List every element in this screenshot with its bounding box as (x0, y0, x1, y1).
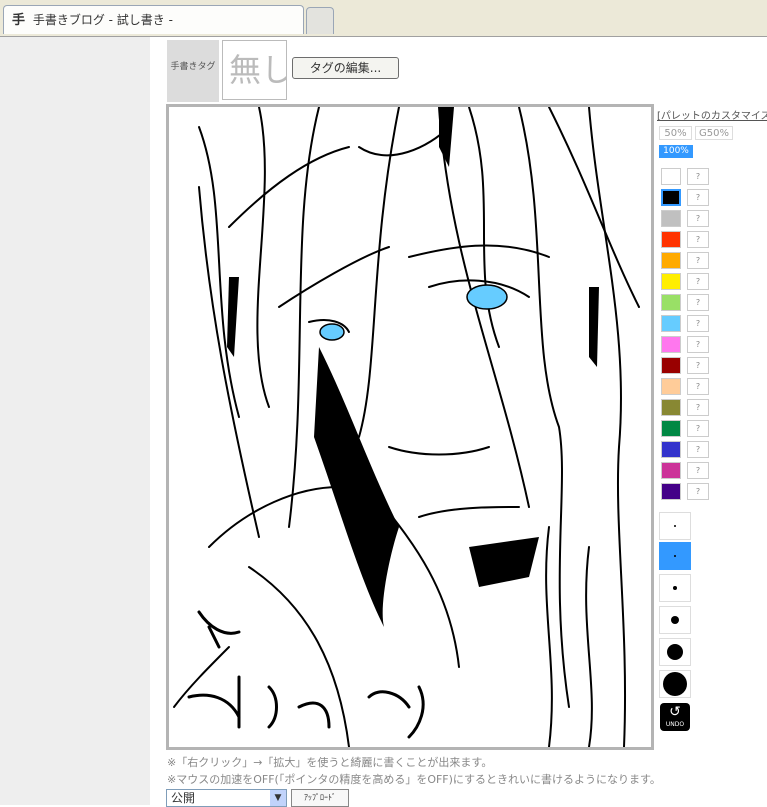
color-edit-button[interactable]: ? (687, 357, 709, 374)
favicon-icon: 手 (12, 13, 26, 28)
brush-size-5[interactable] (659, 638, 691, 666)
color-swatch[interactable] (661, 189, 681, 206)
color-edit-button[interactable]: ? (687, 294, 709, 311)
undo-label: UNDO (665, 721, 685, 728)
color-swatch[interactable] (661, 462, 681, 479)
visibility-select[interactable]: 公開 ▼ (166, 789, 287, 807)
color-swatch[interactable] (661, 231, 681, 248)
tab-title: 手書きブログ - 試し書き - (32, 13, 173, 27)
color-swatch[interactable] (661, 378, 681, 395)
color-swatch[interactable] (661, 168, 681, 185)
tag-thumbnail[interactable]: 無し (222, 40, 293, 100)
color-edit-button[interactable]: ? (687, 273, 709, 290)
tag-label: 手書きタグ (167, 40, 219, 102)
brush-size-3[interactable] (659, 574, 691, 602)
color-edit-button[interactable]: ? (687, 189, 709, 206)
color-swatch[interactable] (661, 252, 681, 269)
tab-active[interactable]: 手 手書きブログ - 試し書き - (3, 5, 304, 34)
color-edit-button[interactable]: ? (687, 210, 709, 227)
brush-size-4[interactable] (659, 606, 691, 634)
zoom-g50-button[interactable]: G50% (695, 126, 733, 140)
color-swatch[interactable] (661, 294, 681, 311)
color-edit-button[interactable]: ? (687, 462, 709, 479)
color-swatch[interactable] (661, 273, 681, 290)
color-swatch[interactable] (661, 336, 681, 353)
color-swatch[interactable] (661, 420, 681, 437)
hint-line-2: ※マウスの加速をOFF(「ポインタの精度を高める」をOFF)にするときれいに書け… (167, 773, 661, 786)
brush-size-2[interactable] (659, 542, 691, 570)
brush-size-6[interactable] (659, 670, 691, 698)
brush-size-1[interactable] (659, 512, 691, 540)
new-tab-button[interactable] (306, 7, 334, 34)
palette-customize-link[interactable]: [パレットのカスタマイズ] (657, 107, 767, 122)
drawing-canvas[interactable] (166, 104, 654, 750)
color-swatch[interactable] (661, 483, 681, 500)
svg-text:無し: 無し (229, 51, 286, 89)
undo-icon: ↺ (669, 704, 681, 720)
tag-thumb-text: 無し (229, 51, 293, 89)
color-swatch[interactable] (661, 315, 681, 332)
color-swatch[interactable] (661, 357, 681, 374)
color-swatch[interactable] (661, 399, 681, 416)
color-swatch[interactable] (661, 441, 681, 458)
color-edit-button[interactable]: ? (687, 231, 709, 248)
color-edit-button[interactable]: ? (687, 483, 709, 500)
hint-line-1: ※「右クリック」→「拡大」を使うと綺麗に書くことが出来ます。 (167, 756, 493, 769)
color-edit-button[interactable]: ? (687, 336, 709, 353)
tab-bar: 手 手書きブログ - 試し書き - (0, 0, 767, 37)
color-edit-button[interactable]: ? (687, 441, 709, 458)
zoom-100-button[interactable]: 100% (659, 145, 693, 158)
undo-button[interactable]: ↺ UNDO (660, 703, 690, 731)
left-panel (0, 37, 150, 805)
sketch-drawing (173, 107, 640, 747)
color-edit-button[interactable]: ? (687, 315, 709, 332)
visibility-select-value: 公開 (171, 791, 196, 805)
color-edit-button[interactable]: ? (687, 168, 709, 185)
zoom-50-button[interactable]: 50% (659, 126, 692, 140)
upload-button[interactable]: ｱｯﾌﾟﾛｰﾄﾞ (291, 789, 349, 807)
color-edit-button[interactable]: ? (687, 378, 709, 395)
chevron-down-icon: ▼ (270, 790, 286, 806)
color-swatch[interactable] (661, 210, 681, 227)
edit-tag-button[interactable]: タグの編集... (292, 57, 399, 79)
color-edit-button[interactable]: ? (687, 399, 709, 416)
color-edit-button[interactable]: ? (687, 252, 709, 269)
color-edit-button[interactable]: ? (687, 420, 709, 437)
